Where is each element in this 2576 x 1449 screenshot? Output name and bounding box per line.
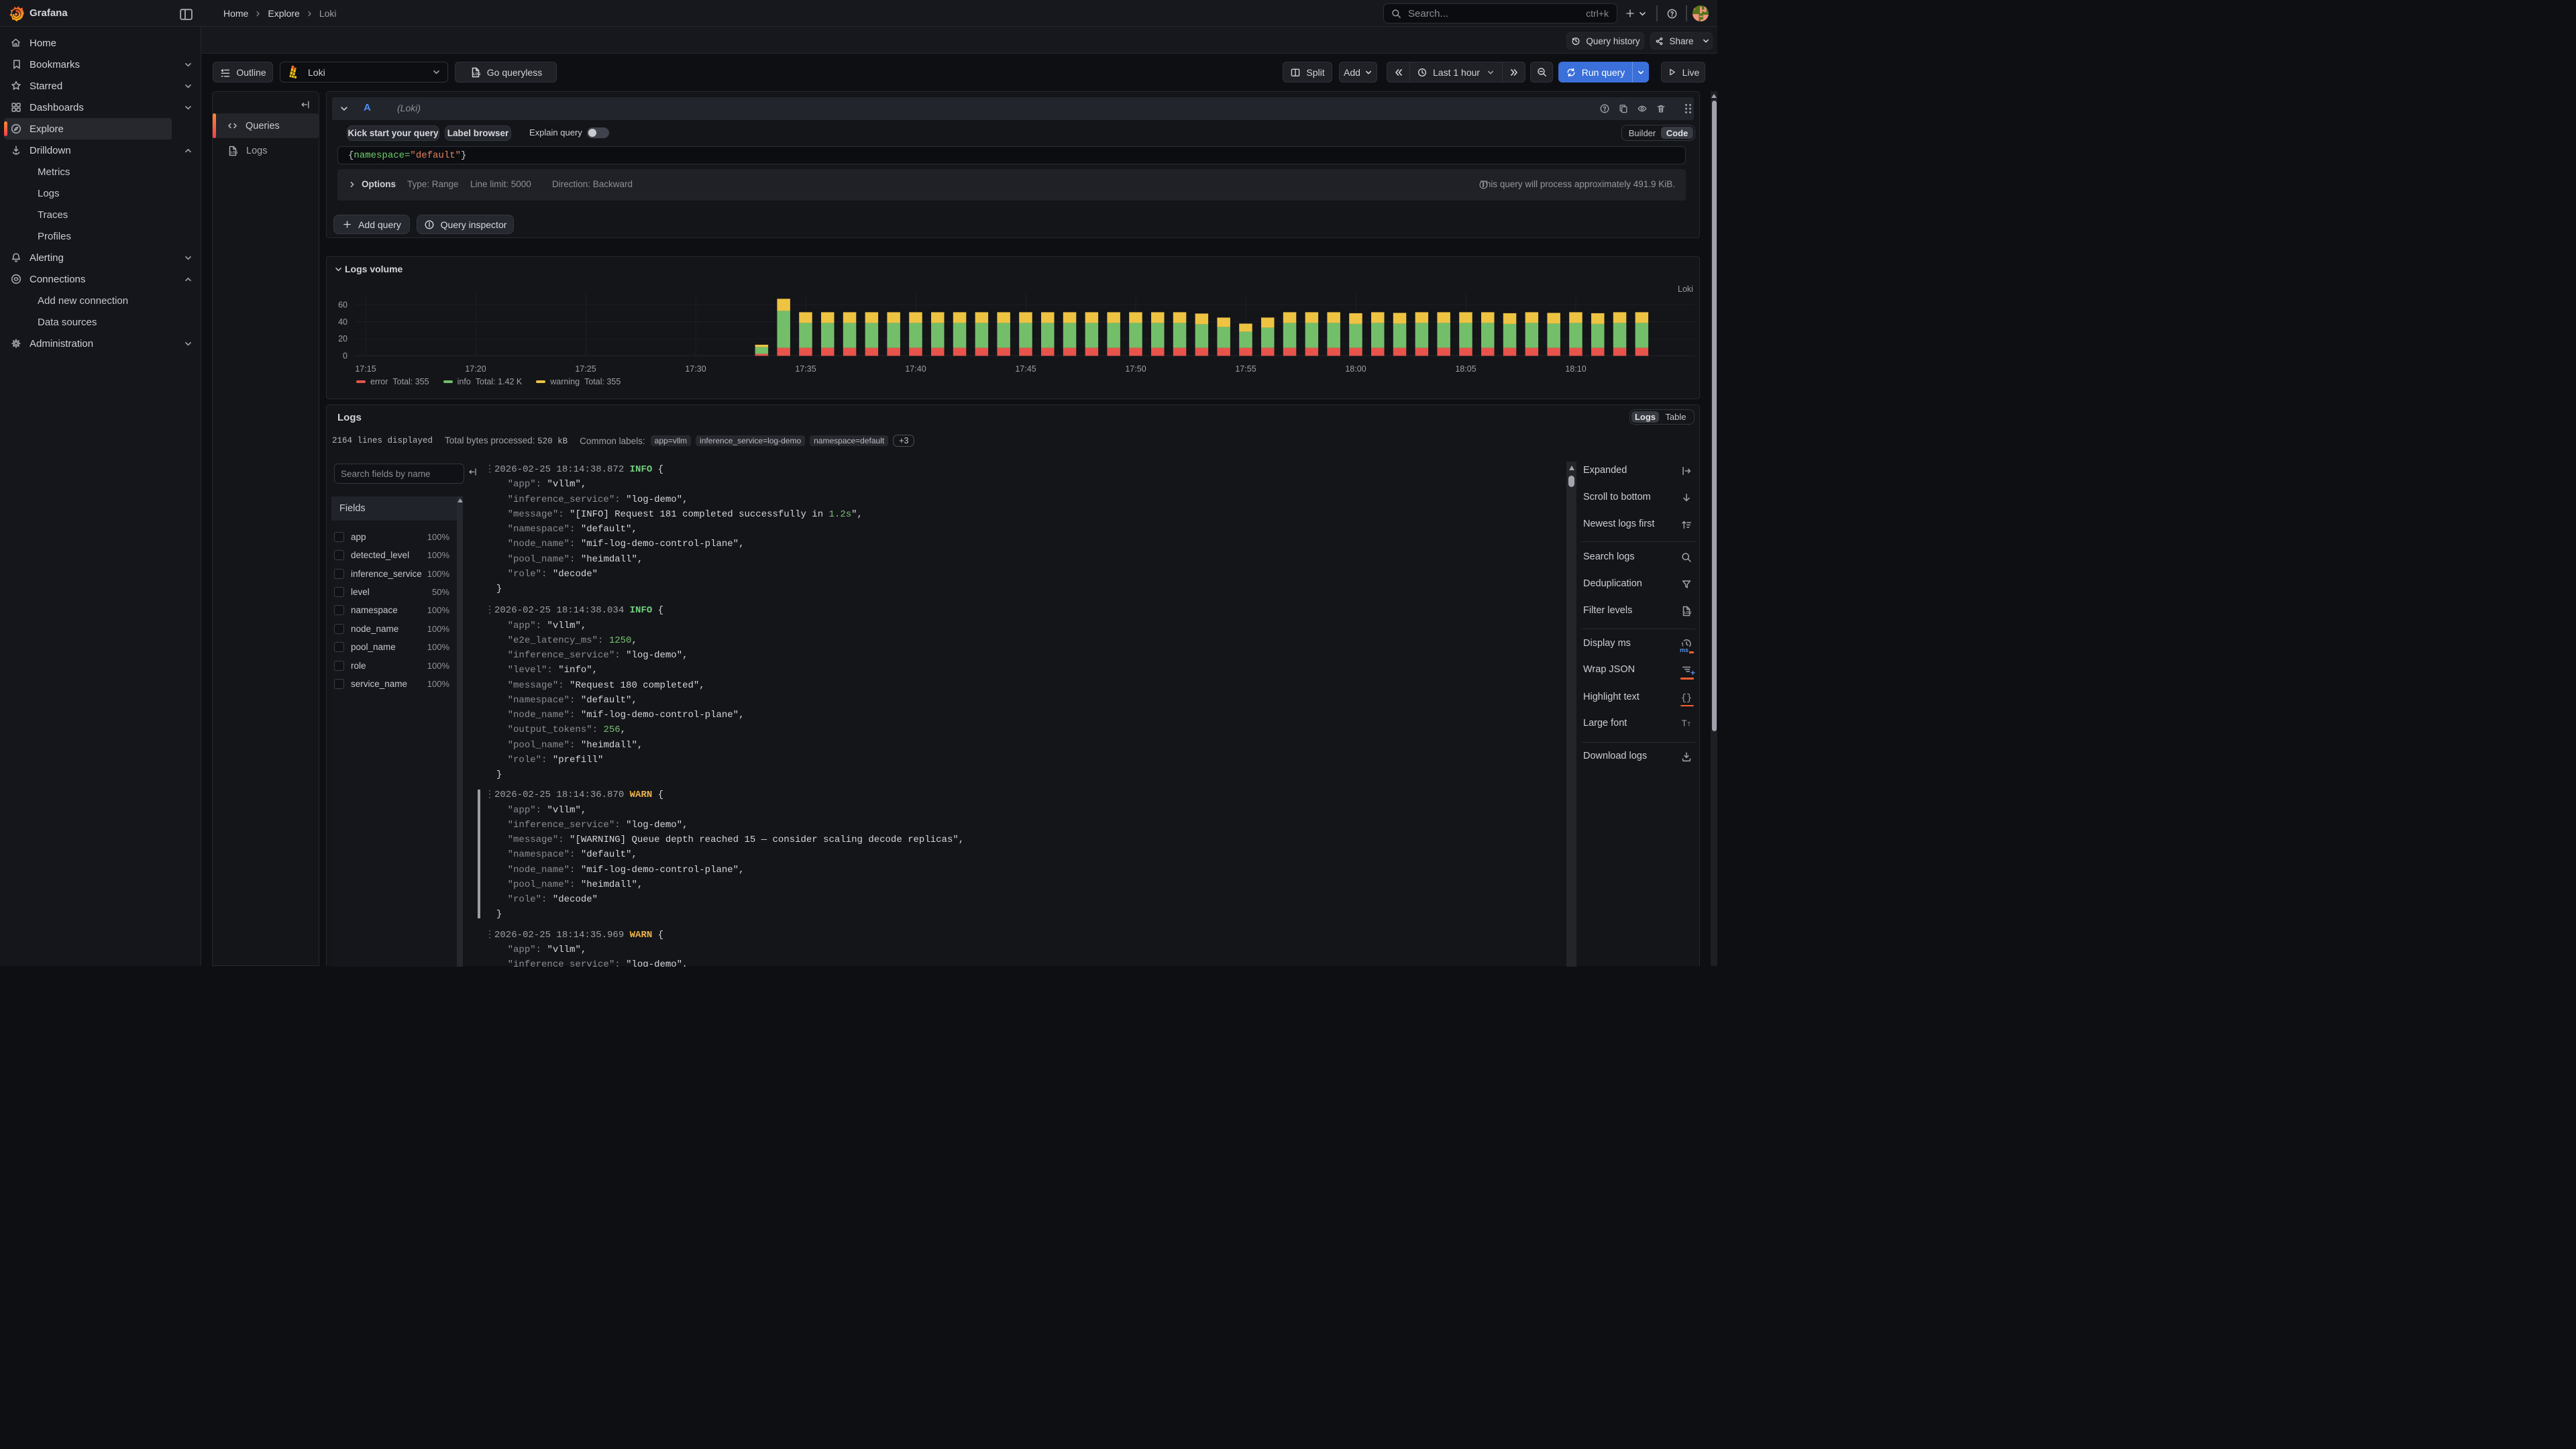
svg-text:LOG: LOG — [473, 72, 480, 76]
svg-text:T: T — [1687, 722, 1690, 728]
svg-text:T: T — [1682, 719, 1687, 729]
svg-text:17:55: 17:55 — [1235, 364, 1256, 374]
svg-text:18:05: 18:05 — [1455, 364, 1476, 374]
svg-text:17:15: 17:15 — [355, 364, 376, 374]
svg-text:17:30: 17:30 — [685, 364, 706, 374]
svg-text:LOG: LOG — [230, 151, 237, 155]
svg-text:17:25: 17:25 — [575, 364, 596, 374]
svg-text:LOG: LOG — [1684, 612, 1691, 616]
svg-text:40: 40 — [338, 317, 347, 327]
svg-text:17:40: 17:40 — [905, 364, 926, 374]
svg-text:18:00: 18:00 — [1345, 364, 1366, 374]
svg-text:17:35: 17:35 — [795, 364, 816, 374]
svg-text:18:10: 18:10 — [1565, 364, 1586, 374]
svg-text:17:20: 17:20 — [465, 364, 486, 374]
svg-text:17:50: 17:50 — [1125, 364, 1146, 374]
svg-text:17:45: 17:45 — [1015, 364, 1036, 374]
svg-text:0: 0 — [343, 351, 347, 360]
svg-text:60: 60 — [338, 301, 347, 310]
svg-text:20: 20 — [338, 334, 347, 343]
svg-text:{}: {} — [1681, 694, 1692, 704]
